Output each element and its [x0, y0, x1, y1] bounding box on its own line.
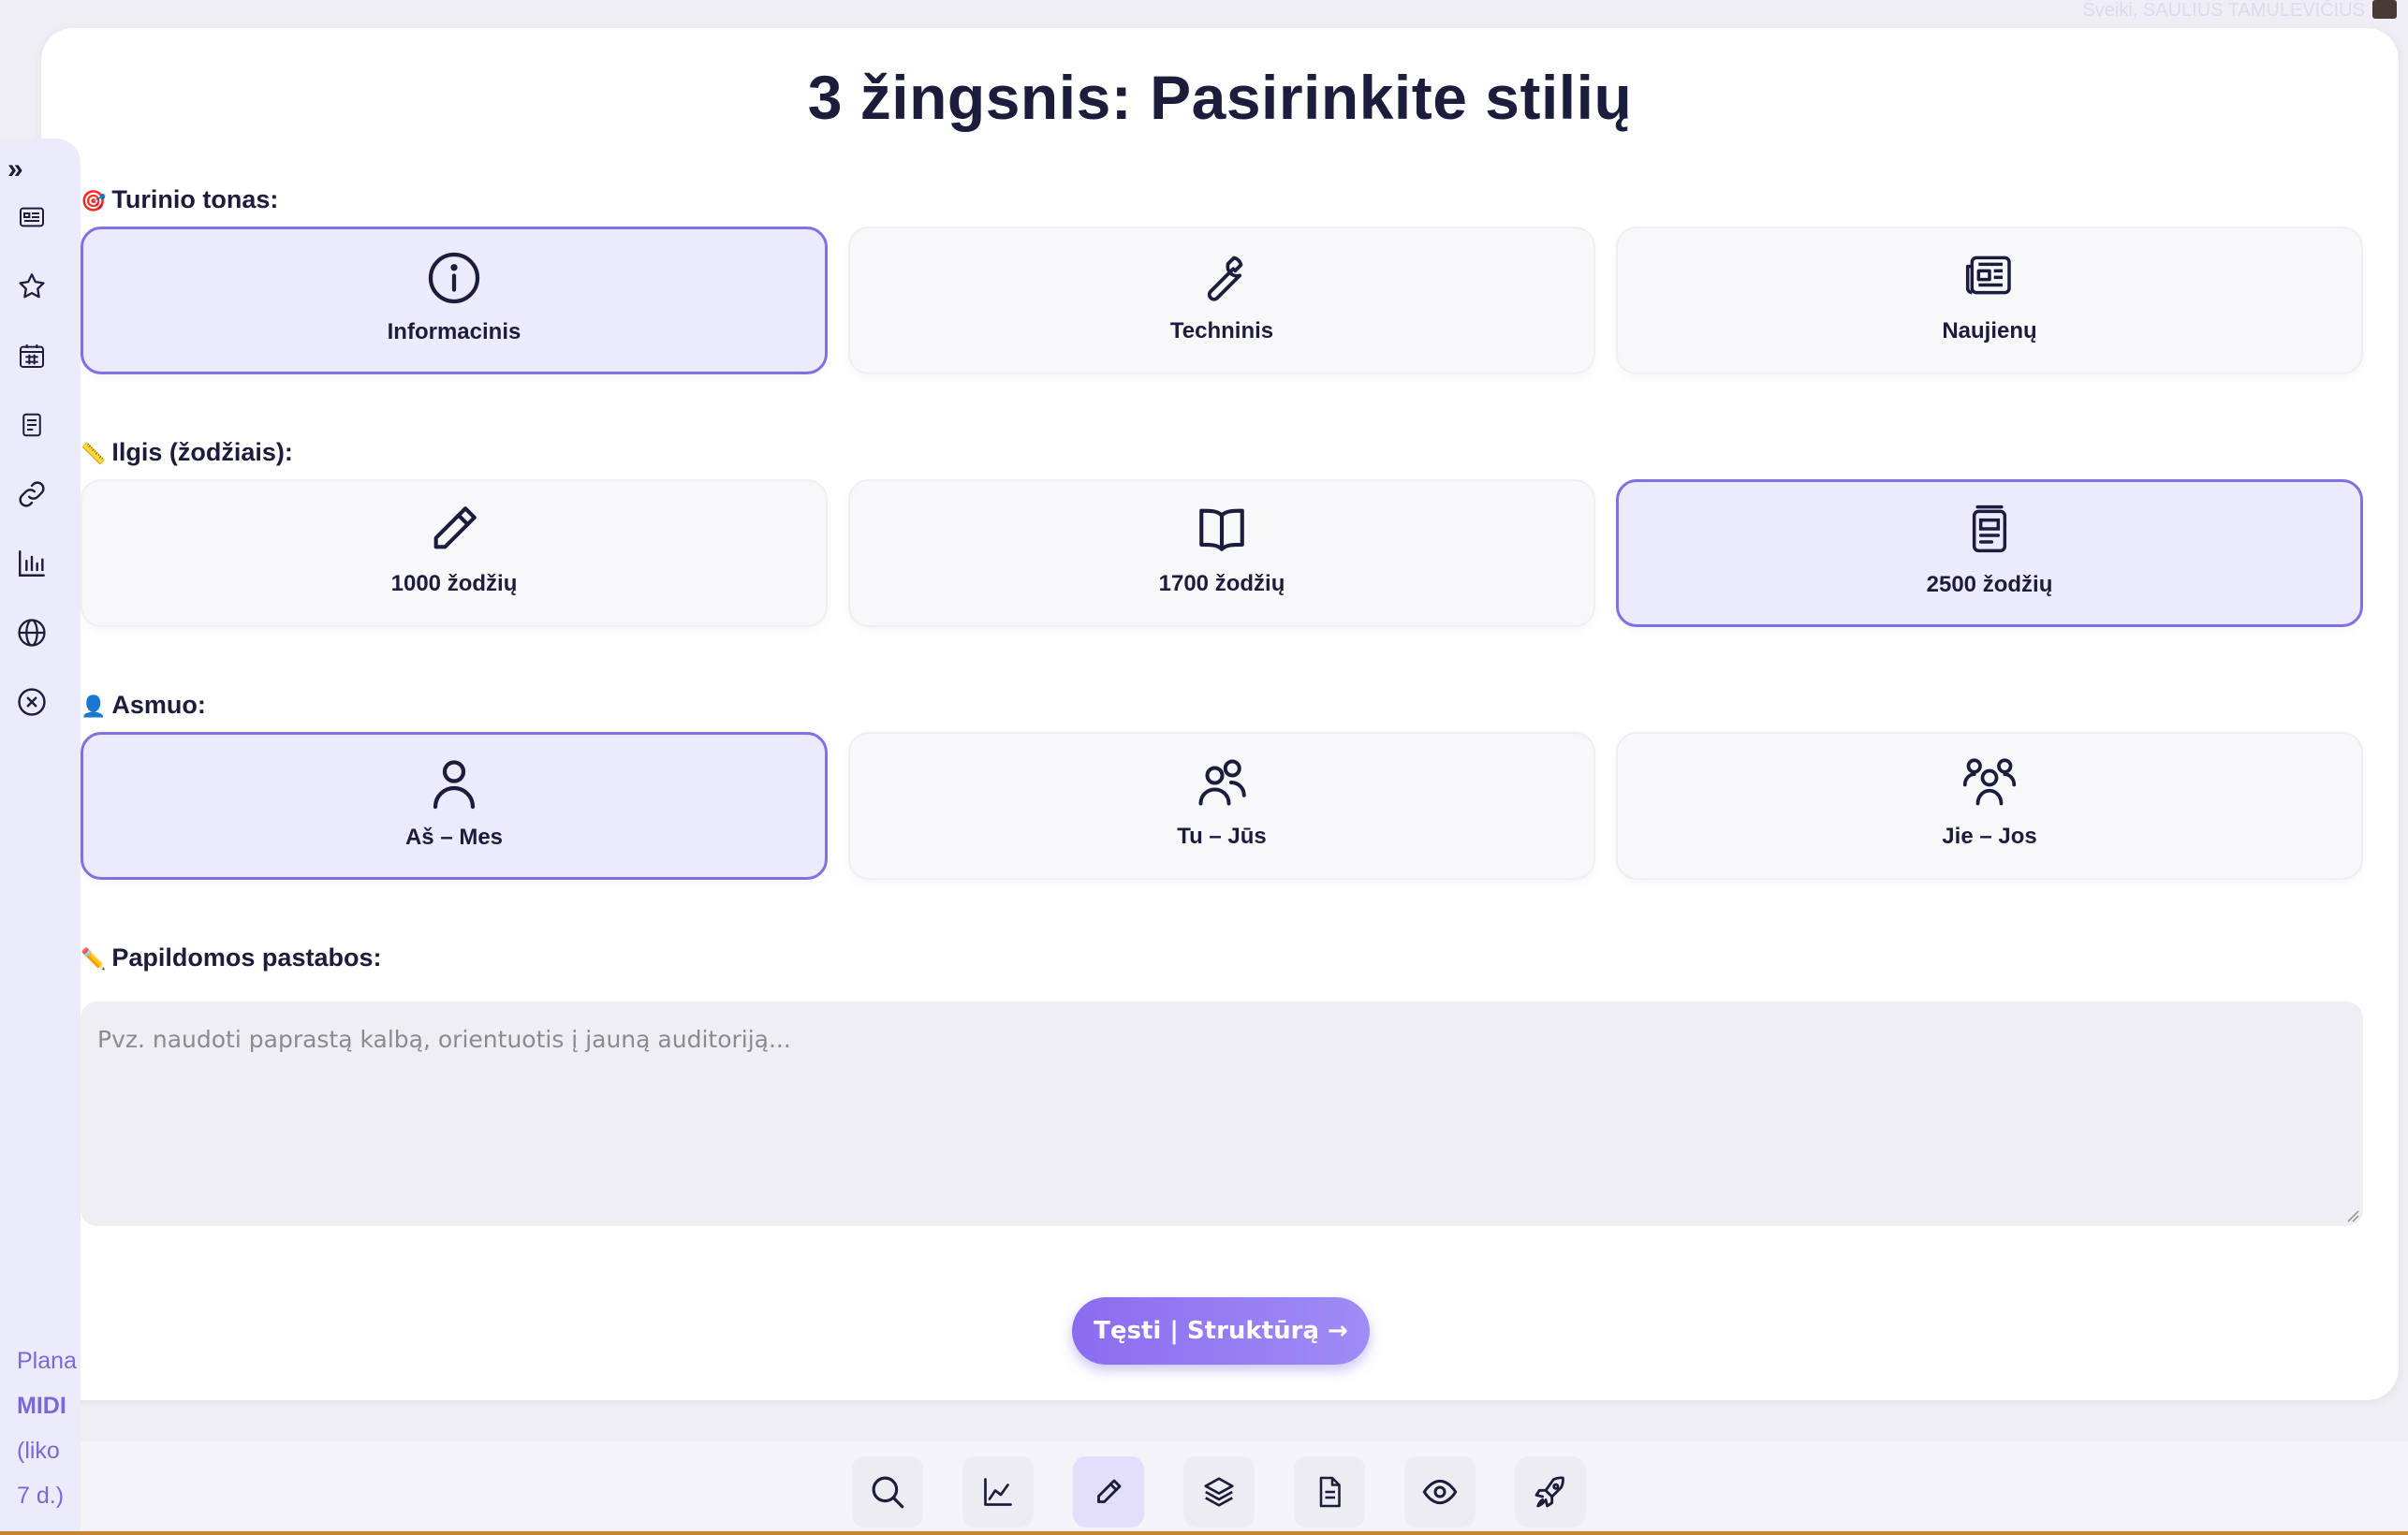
bottom-border — [0, 1531, 2408, 1535]
person-option-label: Aš – Mes — [404, 825, 504, 850]
sidebar: » Plana MIDI (liko 7 d.) — [0, 139, 81, 1535]
person-option-label: Jie – Jos — [1942, 824, 2037, 849]
tone-section-label: 🎯 Turinio tonas: — [81, 185, 278, 214]
plan-tier: MIDI — [17, 1393, 66, 1419]
target-icon: 🎯 — [81, 189, 107, 212]
sidebar-item-close[interactable] — [15, 685, 49, 719]
resize-grip-icon[interactable] — [2346, 1209, 2359, 1222]
article-icon — [20, 207, 44, 227]
notes-icon — [22, 413, 41, 437]
length-option-label: 1700 žodžių — [1158, 571, 1285, 596]
close-circle-icon — [18, 688, 46, 716]
line-chart-icon — [984, 1478, 1012, 1506]
pencil-icon — [1097, 1479, 1122, 1503]
page-title: 3 žingsnis: Pasirinkite stilių — [807, 63, 1633, 132]
plan-remaining-2: 7 d.) — [17, 1483, 65, 1509]
person-option-second[interactable]: Tu – Jūs — [848, 732, 1595, 880]
user-icon — [433, 760, 476, 810]
length-section-label: 📏 Ilgis (žodžiais): — [81, 438, 293, 467]
plan-info: Plana MIDI (liko 7 d.) — [17, 1338, 77, 1518]
bottom-nav — [81, 1441, 2408, 1535]
search-icon — [872, 1476, 904, 1509]
plan-remaining-1: (liko — [17, 1438, 60, 1464]
length-option-2500[interactable]: 2500 žodžių — [1616, 479, 2363, 627]
eye-icon — [1422, 1479, 1458, 1505]
bottom-nav-analytics[interactable] — [962, 1456, 1034, 1528]
sidebar-toggle-button[interactable]: » — [7, 154, 23, 185]
length-option-label: 1000 žodžių — [390, 571, 518, 596]
tone-option-label: Techninis — [1169, 318, 1274, 344]
greeting-text: Sveiki, SAULIUS TAMULEVIČIUS — [2082, 0, 2365, 21]
person-option-label: Tu – Jūs — [1177, 824, 1267, 849]
book-icon — [1199, 508, 1244, 551]
plan-label: Plana — [17, 1348, 77, 1374]
rocket-icon — [1534, 1476, 1564, 1508]
newspaper-icon — [1965, 256, 2011, 295]
pencil-icon — [433, 506, 477, 549]
tone-label-text: Turinio tonas: — [111, 185, 279, 213]
calendar-icon — [20, 344, 44, 368]
ruler-icon: 📏 — [81, 442, 107, 465]
notes-section-label: ✏️ Papildomos pastabos: — [81, 943, 381, 972]
sidebar-item-favorites[interactable] — [15, 270, 49, 303]
users-icon — [1198, 759, 1246, 806]
notes-textarea[interactable] — [81, 1001, 2363, 1226]
avatar[interactable] — [2372, 0, 2397, 19]
link-icon — [19, 481, 45, 507]
tone-option-technical[interactable]: Techninis — [848, 227, 1595, 374]
wrench-icon — [1207, 256, 1243, 301]
person-section-label: 👤 Asmuo: — [81, 691, 206, 720]
group-icon — [1962, 758, 2017, 806]
main-card: 3 žingsnis: Pasirinkite stilių 🎯 Turinio … — [41, 28, 2399, 1400]
tone-option-informational[interactable]: Informacinis — [81, 227, 828, 374]
bar-chart-icon — [19, 550, 45, 577]
sidebar-item-calendar[interactable] — [15, 339, 49, 373]
bottom-nav-preview[interactable] — [1404, 1456, 1476, 1528]
sidebar-item-articles[interactable] — [15, 200, 49, 234]
bottom-nav-publish[interactable] — [1515, 1456, 1586, 1528]
bottom-nav-document[interactable] — [1294, 1456, 1365, 1528]
tone-option-label: Naujienų — [1942, 318, 2037, 344]
sidebar-item-links[interactable] — [15, 477, 49, 511]
person-label-text: Asmuo: — [111, 691, 206, 719]
length-option-label: 2500 žodžių — [1926, 572, 2053, 597]
continue-to-structure-button[interactable]: Tęsti | Struktūrą → — [1072, 1297, 1370, 1365]
person-option-third[interactable]: Jie – Jos — [1616, 732, 2363, 880]
notes-label-text: Papildomos pastabos: — [111, 943, 382, 972]
person-option-first[interactable]: Aš – Mes — [81, 732, 828, 880]
info-icon — [428, 252, 480, 304]
length-label-text: Ilgis (žodžiais): — [111, 438, 293, 466]
globe-icon — [18, 619, 46, 647]
document-stack-icon — [1972, 504, 2007, 553]
pencil-emoji-icon: ✏️ — [81, 947, 107, 971]
sidebar-item-web[interactable] — [15, 616, 49, 650]
length-option-1700[interactable]: 1700 žodžių — [848, 479, 1595, 627]
tone-option-label: Informacinis — [387, 319, 521, 344]
length-option-1000[interactable]: 1000 žodžių — [81, 479, 828, 627]
tone-option-news[interactable]: Naujienų — [1616, 227, 2363, 374]
star-icon — [19, 273, 45, 299]
bottom-nav-write[interactable] — [1073, 1456, 1144, 1528]
sidebar-item-notes[interactable] — [15, 408, 49, 442]
sidebar-item-analytics[interactable] — [15, 547, 49, 580]
layers-icon — [1204, 1477, 1234, 1507]
person-icon: 👤 — [81, 694, 107, 718]
file-icon — [1319, 1476, 1341, 1508]
bottom-nav-layers[interactable] — [1183, 1456, 1255, 1528]
bottom-nav-search[interactable] — [852, 1456, 923, 1528]
